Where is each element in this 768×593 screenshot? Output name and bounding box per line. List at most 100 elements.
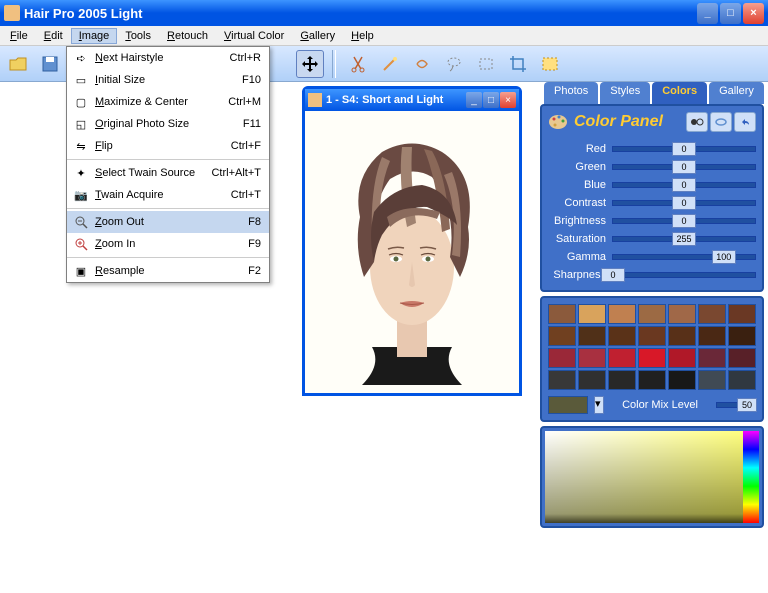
color-swatch[interactable]: [578, 326, 606, 346]
menu-item-initial-size[interactable]: ▭Initial SizeF10: [67, 69, 269, 91]
color-swatch[interactable]: [638, 304, 666, 324]
undo-color-button[interactable]: [734, 112, 756, 132]
green-slider[interactable]: 0: [612, 164, 756, 170]
menu-item-flip[interactable]: ⇋FlipCtrl+F: [67, 135, 269, 157]
color-swatch[interactable]: [548, 304, 576, 324]
red-slider[interactable]: 0: [612, 146, 756, 152]
doc-maximize-button[interactable]: □: [483, 92, 499, 108]
menu-item-twain-acquire[interactable]: 📷Twain AcquireCtrl+T: [67, 184, 269, 206]
menu-item-original-photo-size[interactable]: ◱Original Photo SizeF11: [67, 113, 269, 135]
color-swatch[interactable]: [728, 304, 756, 324]
doc-close-button[interactable]: ×: [500, 92, 516, 108]
color-swatch[interactable]: [698, 304, 726, 324]
menu-item-shortcut: F2: [248, 265, 265, 277]
color-swatch[interactable]: [548, 370, 576, 390]
brightness-slider[interactable]: 0: [612, 218, 756, 224]
contrast-slider[interactable]: 0: [612, 200, 756, 206]
cut-tool-button[interactable]: [344, 50, 372, 78]
close-button[interactable]: ×: [743, 3, 764, 24]
color-swatch[interactable]: [698, 348, 726, 368]
menu-edit[interactable]: Edit: [36, 28, 71, 44]
open-button[interactable]: [4, 50, 32, 78]
menu-help[interactable]: Help: [343, 28, 382, 44]
curl-tool-button[interactable]: [408, 50, 436, 78]
color-swatch[interactable]: [638, 370, 666, 390]
slider-thumb[interactable]: 0: [672, 214, 696, 228]
blue-slider[interactable]: 0: [612, 182, 756, 188]
slider-thumb[interactable]: 0: [601, 268, 625, 282]
minimize-button[interactable]: _: [697, 3, 718, 24]
color-swatch[interactable]: [668, 348, 696, 368]
hue-strip[interactable]: [743, 431, 759, 523]
color-swatch[interactable]: [608, 348, 636, 368]
color-swatch[interactable]: [548, 326, 576, 346]
mix-level-thumb[interactable]: 50: [737, 398, 757, 412]
menu-retouch[interactable]: Retouch: [159, 28, 216, 44]
toggle-mode-button[interactable]: [686, 112, 708, 132]
lasso-tool-button[interactable]: [440, 50, 468, 78]
slider-thumb[interactable]: 0: [672, 142, 696, 156]
menu-virtual-color[interactable]: Virtual Color: [216, 28, 292, 44]
rect-select-button[interactable]: [472, 50, 500, 78]
color-swatch[interactable]: [698, 326, 726, 346]
mix-level-slider[interactable]: 50: [716, 402, 756, 408]
reset-color-button[interactable]: [710, 112, 732, 132]
document-window[interactable]: 1 - S4: Short and Light _ □ ×: [302, 86, 522, 396]
gamma-slider[interactable]: 100: [612, 254, 756, 260]
color-swatch[interactable]: [578, 370, 606, 390]
color-swatch[interactable]: [608, 304, 636, 324]
color-swatch[interactable]: [668, 326, 696, 346]
swatch-dropdown-button[interactable]: ▾: [594, 396, 604, 414]
color-swatch[interactable]: [698, 370, 726, 390]
menu-item-zoom-in[interactable]: Zoom InF9: [67, 233, 269, 255]
color-swatch[interactable]: [578, 348, 606, 368]
menu-gallery[interactable]: Gallery: [292, 28, 343, 44]
color-swatch[interactable]: [668, 370, 696, 390]
menu-item-label: Resample: [91, 265, 248, 277]
slider-label: Red: [548, 143, 612, 155]
marquee-tool-button[interactable]: [536, 50, 564, 78]
color-swatch[interactable]: [638, 348, 666, 368]
menu-image[interactable]: Image: [71, 28, 118, 44]
tab-styles[interactable]: Styles: [600, 82, 650, 104]
slider-row-saturation: Saturation255: [548, 230, 756, 247]
menu-item-select-twain-source[interactable]: ✦Select Twain SourceCtrl+Alt+T: [67, 162, 269, 184]
slider-thumb[interactable]: 0: [672, 160, 696, 174]
menu-tools[interactable]: Tools: [117, 28, 159, 44]
menu-file[interactable]: File: [2, 28, 36, 44]
slider-thumb[interactable]: 255: [672, 232, 696, 246]
maximize-button[interactable]: □: [720, 3, 741, 24]
color-swatch[interactable]: [728, 348, 756, 368]
slider-thumb[interactable]: 0: [672, 196, 696, 210]
slider-thumb[interactable]: 0: [672, 178, 696, 192]
menu-item-maximize-center[interactable]: ▢Maximize & CenterCtrl+M: [67, 91, 269, 113]
menu-item-resample[interactable]: ▣ResampleF2: [67, 260, 269, 282]
color-swatch[interactable]: [548, 348, 576, 368]
color-swatch[interactable]: [578, 304, 606, 324]
crop-tool-button[interactable]: [504, 50, 532, 78]
color-swatch[interactable]: [638, 326, 666, 346]
menu-item-shortcut: F9: [248, 238, 265, 250]
color-swatch[interactable]: [728, 326, 756, 346]
color-swatch[interactable]: [668, 304, 696, 324]
photo-canvas[interactable]: [305, 111, 519, 393]
color-swatch[interactable]: [608, 326, 636, 346]
menu-separator: [67, 257, 269, 258]
sharpness-slider[interactable]: 0: [612, 272, 756, 278]
current-color-swatch[interactable]: [548, 396, 588, 414]
menu-item-next-hairstyle[interactable]: ➪Next HairstyleCtrl+R: [67, 47, 269, 69]
color-swatch[interactable]: [608, 370, 636, 390]
move-tool-button[interactable]: [296, 50, 324, 78]
slider-thumb[interactable]: 100: [712, 250, 736, 264]
menu-item-zoom-out[interactable]: Zoom OutF8: [67, 211, 269, 233]
tab-colors[interactable]: Colors: [652, 82, 707, 104]
wand-tool-button[interactable]: [376, 50, 404, 78]
color-swatch[interactable]: [728, 370, 756, 390]
saturation-slider[interactable]: 255: [612, 236, 756, 242]
save-button[interactable]: [36, 50, 64, 78]
doc-minimize-button[interactable]: _: [466, 92, 482, 108]
tab-gallery[interactable]: Gallery: [709, 82, 764, 104]
color-field[interactable]: [545, 431, 743, 523]
document-titlebar[interactable]: 1 - S4: Short and Light _ □ ×: [305, 89, 519, 111]
tab-photos[interactable]: Photos: [544, 82, 598, 104]
